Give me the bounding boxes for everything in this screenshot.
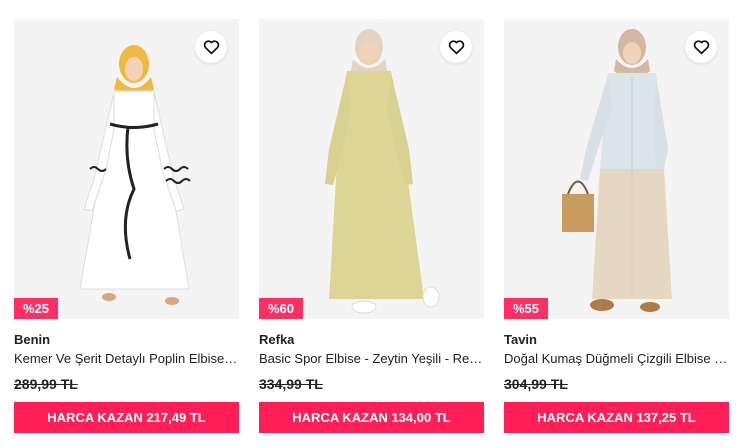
discount-badge: %60: [259, 298, 304, 319]
product-brand: Tavin: [504, 332, 537, 347]
product-brand: Refka: [259, 332, 295, 347]
discount-badge: %55: [504, 298, 549, 319]
product-card[interactable]: %25 Benin Kemer Ve Şerit Detaylı Poplin …: [14, 19, 239, 439]
product-name[interactable]: Kemer Ve Şerit Detaylı Poplin Elbise - B…: [14, 351, 239, 366]
old-price: 289,99 TL: [14, 376, 78, 392]
product-grid: %25 Benin Kemer Ve Şerit Detaylı Poplin …: [14, 19, 729, 439]
product-card[interactable]: %60 Refka Basic Spor Elbise - Zeytin Yeş…: [259, 19, 484, 439]
model-photo: [14, 19, 239, 319]
discount-badge: %25: [14, 298, 59, 319]
product-image[interactable]: %55: [504, 19, 729, 319]
product-brand: Benin: [14, 332, 51, 347]
old-price: 334,99 TL: [259, 376, 323, 392]
heart-outline-icon: [448, 40, 464, 55]
heart-outline-icon: [203, 40, 219, 55]
heart-outline-icon: [693, 40, 709, 55]
old-price: 304,99 TL: [504, 376, 568, 392]
favorite-button[interactable]: [440, 31, 472, 63]
product-image[interactable]: %25: [14, 19, 239, 319]
product-name[interactable]: Basic Spor Elbise - Zeytin Yeşili - Refk…: [259, 351, 484, 366]
model-photo: [504, 19, 729, 319]
favorite-button[interactable]: [195, 31, 227, 63]
favorite-button[interactable]: [685, 31, 717, 63]
harca-kazan-button[interactable]: HARCA KAZAN 137,25 TL: [504, 402, 729, 433]
model-photo: [259, 19, 484, 319]
harca-kazan-button[interactable]: HARCA KAZAN 217,49 TL: [14, 402, 239, 433]
harca-kazan-button[interactable]: HARCA KAZAN 134,00 TL: [259, 402, 484, 433]
product-card[interactable]: %55 Tavin Doğal Kumaş Düğmeli Çizgili El…: [504, 19, 729, 439]
product-image[interactable]: %60: [259, 19, 484, 319]
product-name[interactable]: Doğal Kumaş Düğmeli Çizgili Elbise - Bej…: [504, 351, 729, 366]
